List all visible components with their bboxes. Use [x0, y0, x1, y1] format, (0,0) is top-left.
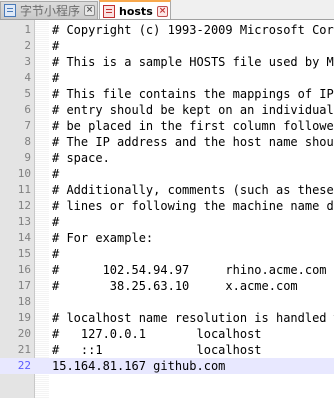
editor-line[interactable]: 19 # localhost name resolution is handled… [0, 310, 334, 326]
editor-line[interactable]: 21 # ::1 localhost [0, 342, 334, 358]
editor-line[interactable]: 16 # 102.54.94.97 rhino.acme.com # source… [0, 262, 334, 278]
line-text[interactable]: # space. [52, 150, 334, 166]
line-number: 10 [17, 167, 31, 180]
line-number: 11 [17, 183, 31, 196]
line-number: 1 [24, 23, 31, 36]
line-text[interactable]: # 38.25.63.10 x.acme.com # x client host [52, 278, 334, 294]
line-number: 6 [24, 103, 31, 116]
tab-label: 字节小程序 [20, 4, 81, 18]
line-text[interactable]: # [52, 38, 334, 54]
editor-line[interactable]: 22 15.164.81.167 github.com [0, 358, 334, 374]
line-number: 20 [17, 327, 31, 340]
line-text[interactable]: # For example: [52, 230, 334, 246]
line-text[interactable]: # Copyright (c) 1993-2009 Microsoft Corp… [52, 22, 334, 38]
line-text[interactable]: # [52, 70, 334, 86]
line-text[interactable]: # [52, 214, 334, 230]
line-text[interactable]: # 102.54.94.97 rhino.acme.com # source s… [52, 262, 334, 278]
editor-line[interactable]: 4 # [0, 70, 334, 86]
close-tab-icon[interactable]: × [157, 5, 168, 17]
editor-line[interactable]: 9 # space. [0, 150, 334, 166]
editor[interactable]: 1 # Copyright (c) 1993-2009 Microsoft Cor… [0, 20, 334, 398]
line-number: 7 [24, 119, 31, 132]
tab-label: hosts [119, 4, 153, 18]
editor-line[interactable]: 18 [0, 294, 334, 310]
line-number: 5 [24, 87, 31, 100]
saved-file-icon [103, 4, 115, 18]
tab-miniprogram[interactable]: 字节小程序 × [0, 1, 98, 19]
line-text[interactable]: # ::1 localhost [52, 342, 334, 358]
editor-line[interactable]: 5 # This file contains the mappings of IP… [0, 86, 334, 102]
editor-line[interactable]: 13 # [0, 214, 334, 230]
line-text[interactable]: # localhost name resolution is handled w… [52, 310, 334, 326]
line-text[interactable]: 15.164.81.167 github.com [52, 358, 334, 374]
line-text[interactable]: # [52, 166, 334, 182]
line-number: 18 [17, 295, 31, 308]
line-text[interactable]: # The IP address and the host name shoul… [52, 134, 334, 150]
line-number: 15 [17, 247, 31, 260]
unsaved-file-icon [4, 4, 16, 17]
line-number: 17 [17, 279, 31, 292]
editor-line[interactable]: 15 # [0, 246, 334, 262]
editor-line[interactable]: 14 # For example: [0, 230, 334, 246]
line-number: 2 [24, 39, 31, 52]
line-number: 4 [24, 71, 31, 84]
line-text[interactable]: # 127.0.0.1 localhost [52, 326, 334, 342]
line-number: 12 [17, 199, 31, 212]
editor-line[interactable]: 7 # be placed in the first column followe… [0, 118, 334, 134]
line-number: 13 [17, 215, 31, 228]
line-text[interactable]: # lines or following the machine name de… [52, 198, 334, 214]
line-text[interactable]: # [52, 246, 334, 262]
line-number: 14 [17, 231, 31, 244]
editor-line[interactable]: 11 # Additionally, comments (such as thes… [0, 182, 334, 198]
tab-bar: 字节小程序 × hosts × [0, 0, 334, 20]
line-text[interactable]: # Additionally, comments (such as these)… [52, 182, 334, 198]
line-text[interactable]: # This file contains the mappings of IP … [52, 86, 334, 102]
line-number: 16 [17, 263, 31, 276]
editor-line[interactable]: 6 # entry should be kept on an individual… [0, 102, 334, 118]
editor-line[interactable]: 20 # 127.0.0.1 localhost [0, 326, 334, 342]
line-number: 22 [17, 359, 31, 372]
line-number: 8 [24, 135, 31, 148]
editor-line[interactable]: 3 # This is a sample HOSTS file used by M… [0, 54, 334, 70]
editor-line[interactable]: 12 # lines or following the machine name … [0, 198, 334, 214]
tab-hosts[interactable]: hosts × [99, 0, 171, 19]
line-number: 21 [17, 343, 31, 356]
editor-line[interactable]: 1 # Copyright (c) 1993-2009 Microsoft Cor… [0, 22, 334, 38]
line-text[interactable]: # This is a sample HOSTS file used by Mi… [52, 54, 334, 70]
editor-line[interactable]: 17 # 38.25.63.10 x.acme.com # x client ho… [0, 278, 334, 294]
editor-line[interactable]: 8 # The IP address and the host name shou… [0, 134, 334, 150]
line-text[interactable]: # be placed in the first column followed… [52, 118, 334, 134]
editor-lines[interactable]: 1 # Copyright (c) 1993-2009 Microsoft Cor… [0, 22, 334, 374]
editor-line[interactable]: 2 # [0, 38, 334, 54]
line-number: 19 [17, 311, 31, 324]
close-tab-icon[interactable]: × [84, 5, 95, 16]
line-number: 9 [24, 151, 31, 164]
line-text[interactable]: # entry should be kept on an individual … [52, 102, 334, 118]
editor-line[interactable]: 10 # [0, 166, 334, 182]
line-number: 3 [24, 55, 31, 68]
